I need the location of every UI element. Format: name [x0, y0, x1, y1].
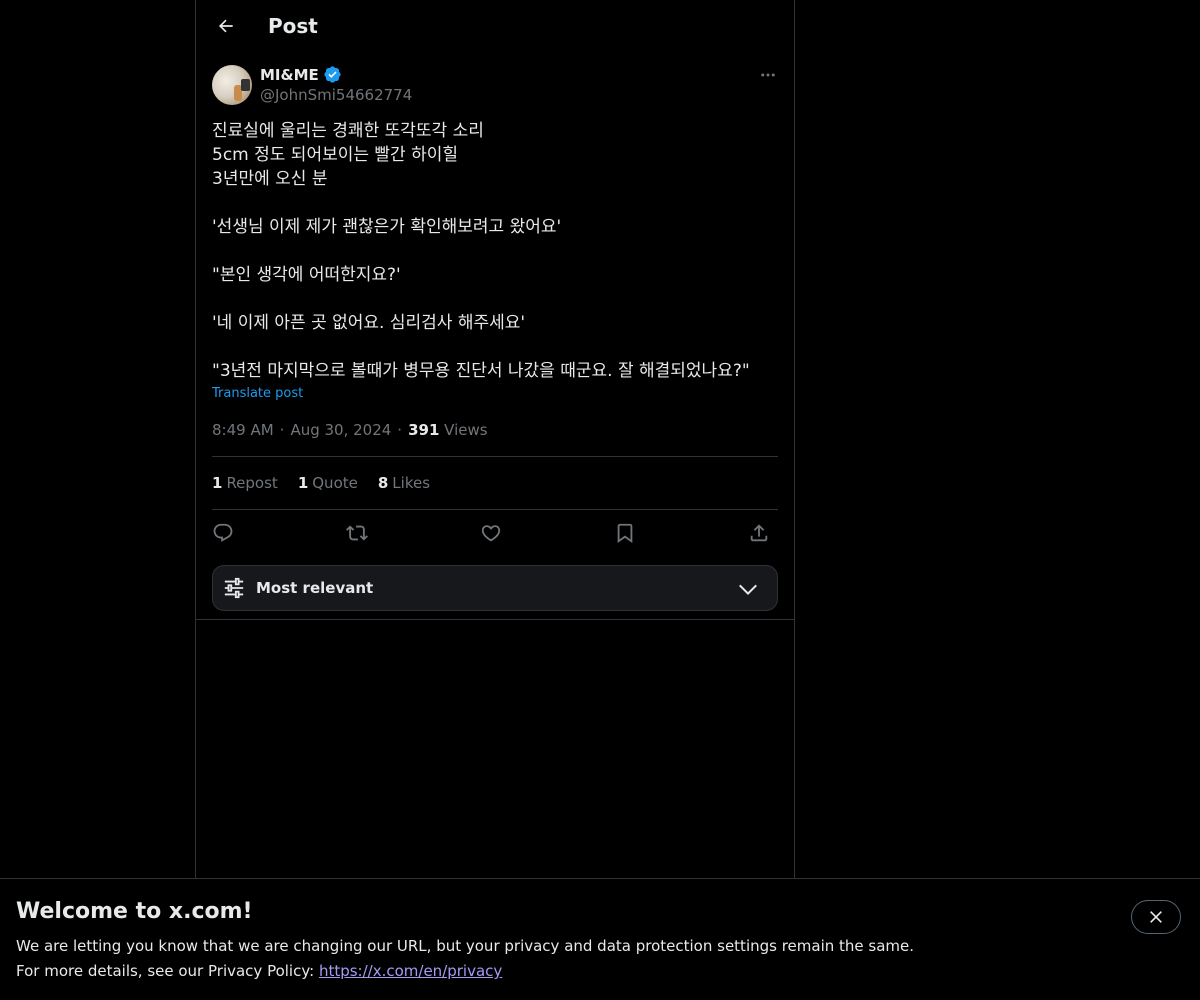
- privacy-policy-link[interactable]: https://x.com/en/privacy: [319, 962, 502, 980]
- post-header: Post: [196, 0, 794, 54]
- reply-icon: [213, 523, 233, 542]
- post-time[interactable]: 8:49 AM: [212, 421, 274, 439]
- quotes-label: Quote: [312, 474, 358, 492]
- author-name[interactable]: MI&ME: [260, 65, 342, 84]
- like-button[interactable]: [476, 518, 506, 548]
- meta-separator: ·: [397, 421, 403, 439]
- verified-badge-icon: [324, 66, 341, 83]
- bookmark-icon: [617, 523, 633, 544]
- post-line: [212, 287, 778, 311]
- translate-post-link[interactable]: Translate post: [212, 386, 303, 401]
- post-line: 3년만에 오신 분: [212, 169, 328, 189]
- post-line: "3년전 마지막으로 볼때가 병무용 진단서 나갔을 때군요. 잘 해결되었나요…: [212, 361, 750, 381]
- primary-column: Post MI&ME @JohnSmi54662774 진료실에 울리는 경쾌한…: [195, 0, 795, 1000]
- like-icon: [481, 525, 501, 542]
- divider: [212, 509, 778, 510]
- post-body: 진료실에 울리는 경쾌한 또각또각 소리 5cm 정도 되어보이는 빨간 하이힐…: [212, 119, 778, 383]
- avatar[interactable]: [212, 65, 252, 105]
- author-display-name[interactable]: MI&ME: [260, 66, 319, 84]
- bookmark-button[interactable]: [610, 518, 640, 548]
- author-handle[interactable]: @JohnSmi54662774: [260, 86, 412, 104]
- more-dots-icon: [761, 73, 775, 77]
- likes-count: 8: [377, 474, 389, 492]
- post-line: '선생님 이제 제가 괜찮은가 확인해보려고 왔어요': [212, 217, 562, 237]
- post-meta: 8:49 AM · Aug 30, 2024 · 391 Views: [212, 421, 488, 439]
- back-button[interactable]: [208, 8, 244, 44]
- post-line: 5cm 정도 되어보이는 빨간 하이힐: [212, 145, 459, 165]
- quotes-count: 1: [297, 474, 309, 492]
- repost-icon: [346, 525, 368, 541]
- page: Post MI&ME @JohnSmi54662774 진료실에 울리는 경쾌한…: [0, 0, 1200, 1000]
- close-banner-button[interactable]: [1131, 900, 1181, 934]
- views-label: Views: [444, 421, 488, 439]
- sort-replies-dropdown[interactable]: Most relevant: [212, 565, 778, 611]
- reposts-count: 1: [212, 474, 223, 492]
- post-date[interactable]: Aug 30, 2024: [290, 421, 391, 439]
- post-line: 진료실에 울리는 경쾌한 또각또각 소리: [212, 121, 484, 141]
- likes-label: Likes: [392, 474, 431, 492]
- welcome-banner: Welcome to x.com! We are letting you kno…: [0, 878, 1200, 1000]
- repost-button[interactable]: [342, 518, 372, 548]
- post-line: '네 이제 아픈 곳 없어요. 심리검사 해주세요': [212, 313, 526, 333]
- banner-details-text: For more details, see our Privacy Policy…: [16, 962, 319, 980]
- more-options-button[interactable]: [752, 60, 784, 90]
- engagement-stats: 1 Repost 1 Quote 8 Likes: [212, 474, 430, 492]
- arrow-left-icon: [218, 19, 233, 33]
- post-line: "본인 생각에 어떠한지요?': [212, 265, 401, 285]
- banner-details: For more details, see our Privacy Policy…: [16, 962, 502, 980]
- page-title: Post: [268, 14, 318, 38]
- reply-button[interactable]: [208, 518, 238, 548]
- divider: [196, 619, 794, 620]
- sort-label: Most relevant: [256, 579, 374, 597]
- action-bar: [212, 518, 778, 548]
- divider: [212, 456, 778, 457]
- views-count: 391: [408, 421, 440, 439]
- post-line: [212, 191, 778, 215]
- post-line: [212, 239, 778, 263]
- share-icon: [750, 524, 768, 542]
- banner-title: Welcome to x.com!: [16, 899, 253, 924]
- chevron-down-icon: [739, 584, 757, 596]
- post-line: [212, 335, 778, 359]
- likes-stat[interactable]: 8 Likes: [378, 474, 430, 492]
- reposts-label: Repost: [226, 474, 278, 492]
- quotes-stat[interactable]: 1 Quote: [298, 474, 358, 492]
- filter-sliders-icon: [224, 577, 244, 599]
- meta-separator: ·: [279, 421, 285, 439]
- banner-message: We are letting you know that we are chan…: [16, 937, 915, 955]
- reposts-stat[interactable]: 1 Repost: [212, 474, 278, 492]
- share-button[interactable]: [744, 518, 774, 548]
- close-icon: [1150, 911, 1162, 923]
